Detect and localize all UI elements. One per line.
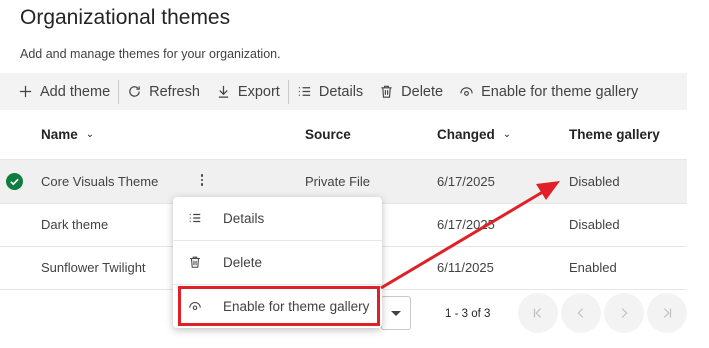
list-icon (298, 87, 310, 96)
column-header-source-label: Source (305, 127, 351, 142)
column-header-name[interactable]: Name ⌄ (41, 127, 94, 142)
menu-item-delete[interactable]: Delete (173, 241, 382, 284)
column-header-gallery-label: Theme gallery (569, 127, 660, 142)
add-theme-button[interactable]: Add theme (0, 84, 118, 100)
trash-icon (190, 256, 200, 268)
chevron-right-icon (621, 308, 628, 318)
chevron-down-icon: ⌄ (85, 129, 95, 140)
menu-item-details[interactable]: Details (173, 197, 382, 240)
details-label: Details (318, 83, 364, 100)
first-page-button[interactable] (518, 293, 558, 333)
export-label: Export (237, 83, 280, 100)
last-page-button[interactable] (647, 293, 687, 333)
details-button[interactable]: Details (289, 84, 371, 100)
chevron-down-icon: ⌄ (502, 129, 512, 140)
delete-button[interactable]: Delete (371, 84, 451, 100)
row-source: Private File (305, 174, 371, 189)
row-gallery-status: Disabled (569, 174, 620, 189)
refresh-label: Refresh (149, 83, 200, 100)
caret-down-icon (391, 311, 401, 316)
refresh-button[interactable]: Refresh (119, 84, 208, 100)
column-header-name-label: Name (41, 127, 78, 142)
more-options-icon[interactable] (196, 170, 208, 190)
add-theme-label: Add theme (40, 83, 111, 100)
row-name: Sunflower Twilight (41, 260, 146, 275)
delete-label: Delete (401, 83, 444, 100)
chevron-left-icon (577, 308, 584, 318)
row-name: Core Visuals Theme (41, 174, 159, 189)
page-size-dropdown[interactable] (381, 296, 411, 330)
row-changed: 6/17/2025 (437, 217, 495, 232)
row-changed: 6/11/2025 (437, 260, 494, 275)
list-icon (189, 213, 201, 223)
column-header-gallery[interactable]: Theme gallery (569, 127, 660, 142)
last-page-icon (663, 308, 672, 318)
column-header-source[interactable]: Source (305, 127, 351, 142)
trash-icon (381, 85, 392, 98)
export-button[interactable]: Export (208, 84, 288, 100)
row-gallery-status: Enabled (569, 260, 617, 275)
row-changed: 6/17/2025 (437, 174, 495, 189)
enable-gallery-label: Enable for theme gallery (481, 83, 639, 100)
column-header-changed[interactable]: Changed ⌄ (437, 127, 511, 142)
download-icon (218, 85, 229, 98)
page-subtitle: Add and manage themes for your organizat… (20, 47, 281, 61)
first-page-icon (533, 308, 542, 318)
highlight-box (178, 286, 380, 326)
menu-item-label: Details (223, 211, 265, 226)
checkmark-icon[interactable] (6, 173, 23, 190)
row-gallery-status: Disabled (569, 217, 620, 232)
pager-range: 1 - 3 of 3 (445, 308, 491, 320)
column-header-changed-label: Changed (437, 127, 495, 142)
page-title: Organizational themes (20, 6, 231, 29)
plus-icon (19, 85, 32, 98)
row-name: Dark theme (41, 217, 109, 232)
enable-gallery-button[interactable]: Enable for theme gallery (451, 84, 646, 100)
refresh-icon (129, 86, 140, 97)
toolbar: Add theme Refresh Export Details Delete … (0, 73, 687, 110)
previous-page-button[interactable] (561, 293, 601, 333)
menu-item-label: Delete (223, 255, 263, 270)
eye-icon (460, 87, 473, 96)
next-page-button[interactable] (604, 293, 644, 333)
